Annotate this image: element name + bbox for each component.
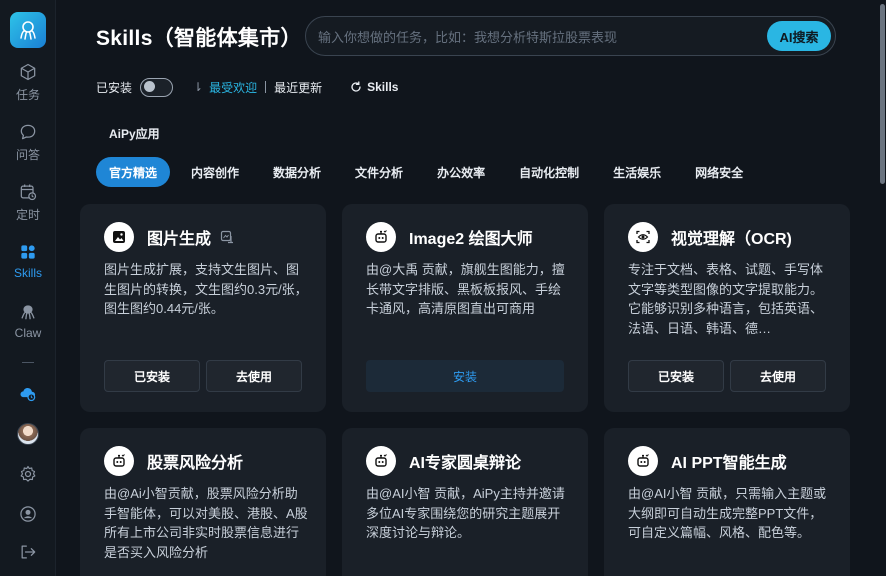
skill-card-ai-ppt[interactable]: AI PPT智能生成 由@AI小智 贡献，只需输入主题或大纲即可自动生成完整PP… <box>604 428 850 576</box>
sidebar-divider <box>22 362 34 363</box>
cloud-sync-icon[interactable] <box>18 383 38 403</box>
card-title: AI PPT智能生成 <box>671 455 787 472</box>
sidebar-item-claw[interactable]: Claw <box>0 302 56 340</box>
card-header: 视觉理解（OCR) <box>628 222 792 252</box>
card-header: AI专家圆桌辩论 <box>366 446 521 476</box>
skill-card-ocr[interactable]: 视觉理解（OCR) 专注于文档、表格、试题、手写体文字等类型图像的文字提取能力。… <box>604 204 850 412</box>
edit-badge-icon <box>220 230 234 244</box>
sidebar-item-label: Skills <box>13 266 42 280</box>
card-title: Image2 绘图大师 <box>409 231 533 248</box>
sidebar-item-tasks[interactable]: 任务 <box>0 62 56 103</box>
sidebar-item-skills[interactable]: Skills <box>0 242 56 280</box>
sidebar: 任务 问答 定时 Skills Claw <box>0 0 56 576</box>
main-content: Skills（智能体集市） AI搜索 已安装 ⇂ 最受欢迎 最近更新 Skill… <box>56 0 886 576</box>
page-title: Skills（智能体集市） <box>96 27 302 50</box>
octopus-icon <box>21 305 35 320</box>
card-title: 股票风险分析 <box>147 455 244 472</box>
octopus-logo-icon <box>20 21 36 40</box>
installed-button[interactable]: 已安装 <box>104 360 200 392</box>
card-description: 由@AI小智 贡献，AiPy主持并邀请多位AI专家围绕您的研究主题展开深度讨论与… <box>366 486 565 540</box>
card-description: 由@AI小智 贡献，只需输入主题或大纲即可自动生成完整PPT文件，可自定义篇幅、… <box>628 486 827 540</box>
card-description: 由@Ai小智贡献，股票风险分析助手智能体，可以对美股、港股、A股所有上市公司非实… <box>104 486 308 560</box>
sort-recent-link[interactable]: 最近更新 <box>274 79 322 96</box>
ai-search-button[interactable]: AI搜索 <box>767 21 831 51</box>
card-description: 图片生成扩展，支持文生图片、图生图片的转换，文生图约0.3元/张，图生图约0.4… <box>104 262 308 316</box>
sidebar-item-label: 任务 <box>15 88 40 102</box>
card-title: AI专家圆桌辩论 <box>409 455 522 472</box>
tab-data-analysis[interactable]: 数据分析 <box>260 157 334 187</box>
settings-gear-icon[interactable] <box>18 464 38 484</box>
skills-refresh-link[interactable]: Skills <box>350 80 398 94</box>
card-header: 股票风险分析 <box>104 446 243 476</box>
sort-separator <box>265 81 267 93</box>
cube-icon <box>20 63 36 81</box>
image-icon <box>104 222 134 252</box>
calendar-clock-icon <box>20 184 37 201</box>
skills-link-label: Skills <box>367 80 399 94</box>
installed-toggle[interactable] <box>140 77 174 97</box>
card-title: 图片生成 <box>147 231 212 248</box>
toggle-knob <box>144 81 156 92</box>
tab-security[interactable]: 网络安全 <box>682 157 756 187</box>
sort-icon: ⇂ <box>193 80 204 94</box>
installed-button[interactable]: 已安装 <box>628 360 724 392</box>
refresh-icon <box>351 81 361 92</box>
install-button[interactable]: 安装 <box>366 360 564 392</box>
category-tabs: 官方精选 内容创作 数据分析 文件分析 办公效率 自动化控制 生活娱乐 网络安全 <box>96 157 764 187</box>
app-logo[interactable] <box>10 12 46 48</box>
filter-bar: 已安装 ⇂ 最受欢迎 最近更新 Skills <box>96 76 398 98</box>
tab-content[interactable]: 内容创作 <box>178 157 252 187</box>
app-window: 任务 问答 定时 Skills Claw Skills（智能体集市） 输入你想做… <box>0 0 886 576</box>
tab-official[interactable]: 官方精选 <box>96 157 171 187</box>
sort-popular-link[interactable]: 最受欢迎 <box>209 79 257 96</box>
tab-file-analysis[interactable]: 文件分析 <box>342 157 416 187</box>
tab-office[interactable]: 办公效率 <box>424 157 498 187</box>
card-actions: 已安装 去使用 <box>104 360 302 392</box>
card-title: 视觉理解（OCR) <box>671 231 792 248</box>
sidebar-item-qa[interactable]: 问答 <box>0 122 56 163</box>
card-header: AI PPT智能生成 <box>628 446 787 476</box>
user-circle-icon[interactable] <box>18 504 38 524</box>
sidebar-item-label: 定时 <box>15 208 40 222</box>
robot-icon <box>628 446 658 476</box>
scrollbar-thumb[interactable] <box>880 4 885 184</box>
skill-card-stock-risk[interactable]: 股票风险分析 由@Ai小智贡献，股票风险分析助手智能体，可以对美股、港股、A股所… <box>80 428 326 576</box>
skill-card-image2-master[interactable]: Image2 绘图大师 由@大禹 贡献，旗舰生图能力，擅长带文字排版、黑板板报风… <box>342 204 588 412</box>
card-description: 专注于文档、表格、试题、手写体文字等类型图像的文字提取能力。它能够识别多种语言，… <box>628 262 824 336</box>
robot-icon <box>366 222 396 252</box>
logout-icon[interactable] <box>18 542 38 562</box>
grid-apps-icon <box>21 245 35 259</box>
sidebar-item-label: Claw <box>14 326 42 340</box>
chat-bubble-icon <box>20 124 36 140</box>
scan-eye-icon <box>628 222 658 252</box>
skill-card-expert-debate[interactable]: AI专家圆桌辩论 由@AI小智 贡献，AiPy主持并邀请多位AI专家围绕您的研究… <box>342 428 588 576</box>
skill-card-image-gen[interactable]: 图片生成 图片生成扩展，支持文生图片、图生图片的转换，文生图约0.3元/张，图生… <box>80 204 326 412</box>
robot-icon <box>104 446 134 476</box>
section-title: AiPy应用 <box>109 127 160 141</box>
use-button[interactable]: 去使用 <box>206 360 302 392</box>
search-input[interactable] <box>318 27 758 47</box>
card-header: Image2 绘图大师 <box>366 222 533 252</box>
card-description: 由@大禹 贡献，旗舰生图能力，擅长带文字排版、黑板板报风、手绘卡通风，高清原图直… <box>366 262 565 316</box>
search-bar: AI搜索 <box>305 16 836 56</box>
tab-life[interactable]: 生活娱乐 <box>600 157 674 187</box>
sidebar-item-label: 问答 <box>15 148 40 162</box>
use-button[interactable]: 去使用 <box>730 360 826 392</box>
card-header: 图片生成 <box>104 222 234 252</box>
sidebar-item-schedule[interactable]: 定时 <box>0 182 56 223</box>
tab-automation[interactable]: 自动化控制 <box>506 157 592 187</box>
scrollbar[interactable] <box>878 0 886 576</box>
robot-icon <box>366 446 396 476</box>
card-actions: 已安装 去使用 <box>628 360 826 392</box>
installed-filter-label: 已安装 <box>96 80 133 95</box>
avatar[interactable] <box>17 423 39 445</box>
card-actions: 安装 <box>366 360 564 392</box>
